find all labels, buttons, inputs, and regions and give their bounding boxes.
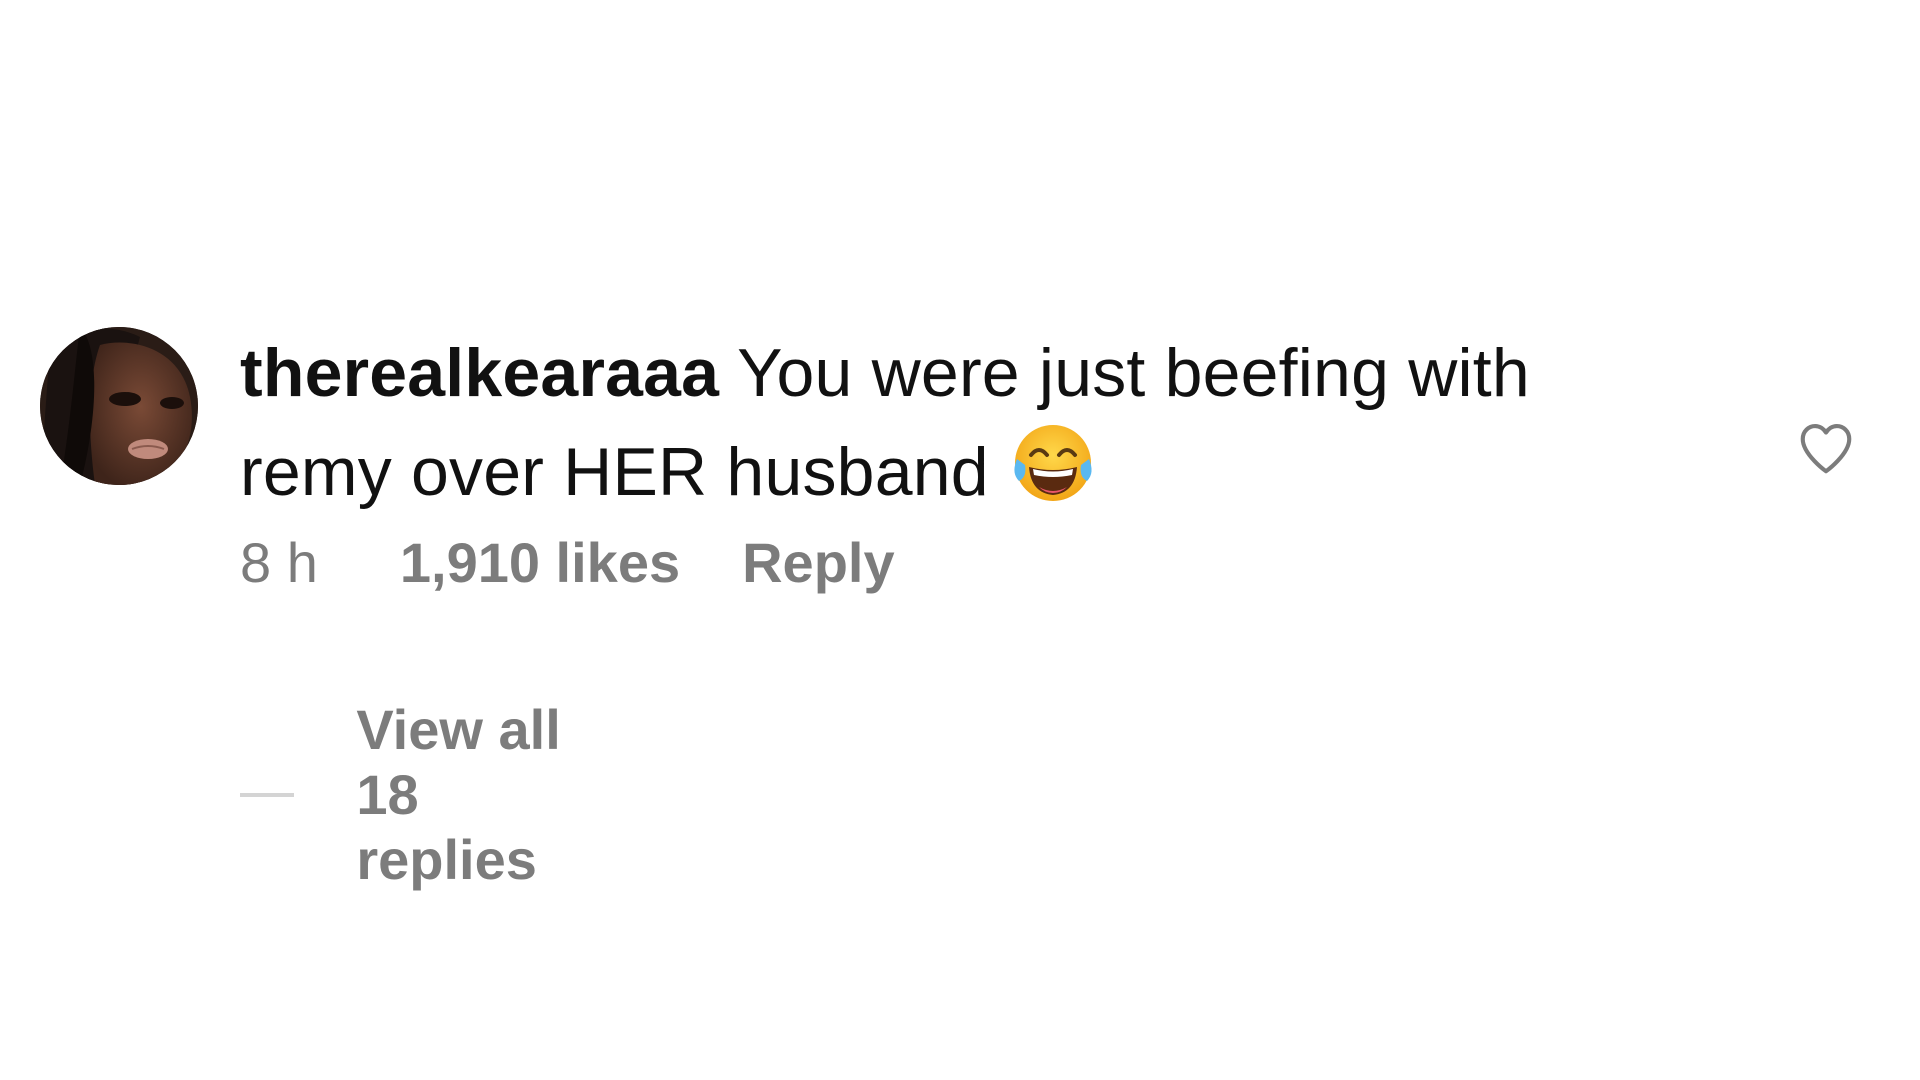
comment-text-block: therealkearaaa You were just beefing with…: [240, 327, 1620, 518]
replies-divider: [240, 792, 295, 797]
avatar-image: [40, 327, 198, 485]
comment-meta: 8 h 1,910 likes Reply: [240, 530, 1620, 595]
reply-button[interactable]: Reply: [742, 530, 895, 595]
avatar[interactable]: [40, 327, 198, 485]
page: therealkearaaa You were just beefing with…: [0, 0, 1920, 1080]
comment-timestamp: 8 h: [240, 531, 318, 594]
comment: therealkearaaa You were just beefing with…: [40, 327, 1880, 891]
like-button[interactable]: [1795, 417, 1857, 479]
tears-of-joy-emoji-icon: [1009, 419, 1097, 507]
comment-likes-count[interactable]: 1,910 likes: [400, 530, 680, 595]
comment-body: therealkearaaa You were just beefing with…: [240, 327, 1620, 595]
view-replies-label: View all 18 replies: [356, 698, 561, 891]
view-replies-button[interactable]: View all 18 replies: [240, 697, 593, 892]
comment-username[interactable]: therealkearaaa: [240, 335, 719, 411]
heart-outline-icon: [1800, 423, 1852, 474]
